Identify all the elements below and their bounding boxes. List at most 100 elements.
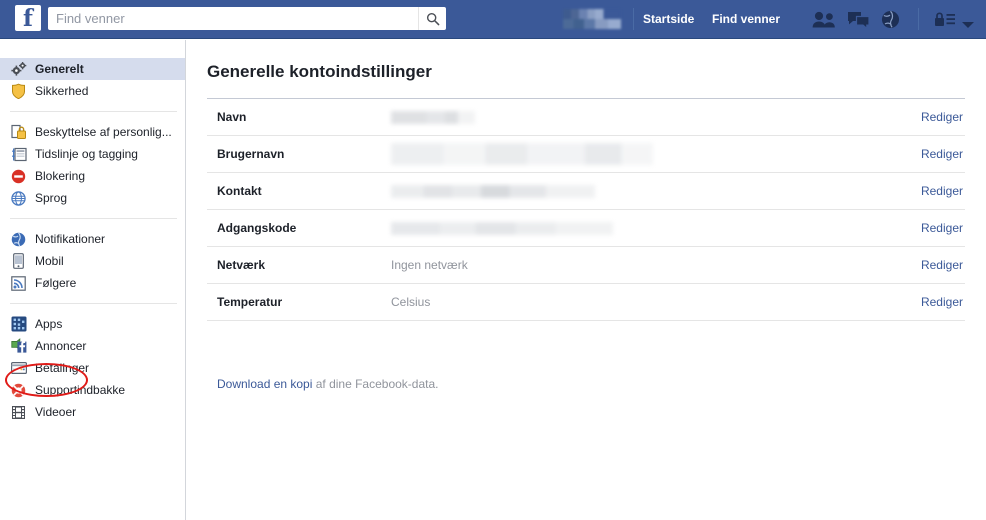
row-edit-cell: Rediger (853, 209, 965, 247)
table-row[interactable]: Adgangskode Rediger (207, 209, 965, 247)
sidebar-item-label: Sikkerhed (35, 84, 89, 98)
table-row[interactable]: Navn Rediger (207, 98, 965, 136)
timeline-icon (10, 146, 27, 163)
blurred-value (391, 184, 595, 198)
sidebar-item-label: Betalinger (35, 361, 90, 375)
sidebar-item-folgere[interactable]: Følgere (0, 272, 185, 294)
globe-icon (10, 190, 27, 207)
sidebar-item-annoncer[interactable]: Annoncer (0, 335, 185, 357)
mobile-phone-icon (10, 253, 27, 270)
row-label: Kontakt (207, 172, 391, 210)
sidebar-item-beskyttelse[interactable]: Beskyttelse af personlig... (0, 121, 185, 143)
sidebar-item-label: Annoncer (35, 339, 87, 353)
rss-feed-icon (10, 275, 27, 292)
sidebar-item-sprog[interactable]: Sprog (0, 187, 185, 209)
lifebuoy-icon (10, 382, 27, 399)
edit-link[interactable]: Rediger (921, 221, 963, 235)
block-icon (10, 168, 27, 185)
sidebar-item-label: Beskyttelse af personlig... (35, 125, 172, 139)
download-data-line: Download en kopi af dine Facebook-data. (217, 377, 439, 391)
page-title: Generelle kontoindstillinger (207, 62, 432, 81)
search-icon[interactable] (418, 7, 446, 30)
table-row[interactable]: Netværk Ingen netværk Rediger (207, 246, 965, 284)
account-settings-table: Navn Rediger Brugernavn Rediger Kontakt (207, 98, 965, 321)
edit-link[interactable]: Rediger (921, 295, 963, 309)
sidebar-item-label: Generelt (35, 62, 84, 76)
sidebar-item-blokering[interactable]: Blokering (0, 165, 185, 187)
notifications-globe-icon[interactable] (881, 9, 900, 30)
sidebar-item-label: Videoer (35, 405, 77, 419)
sidebar-item-notifikationer[interactable]: Notifikationer (0, 228, 185, 250)
search-input[interactable] (48, 7, 418, 30)
sidebar-item-label: Blokering (35, 169, 86, 183)
sidebar-item-supportindbakke[interactable]: Supportindbakke (0, 379, 185, 401)
download-rest-text: af dine Facebook-data. (312, 377, 439, 391)
shield-icon (10, 83, 27, 100)
table-row[interactable]: Kontakt Rediger (207, 172, 965, 210)
row-value (391, 135, 853, 173)
bar-divider (633, 8, 634, 30)
row-value (391, 98, 853, 136)
privacy-lock-icon[interactable] (934, 9, 956, 30)
row-value (391, 209, 853, 247)
padlock-icon (10, 124, 27, 141)
row-edit-cell: Rediger (853, 135, 965, 173)
notifications-globe-icon (10, 231, 27, 248)
friend-requests-icon[interactable] (812, 9, 837, 30)
find-friends-link[interactable]: Find venner (712, 0, 780, 39)
sidebar-item-generelt[interactable]: Generelt (0, 58, 185, 80)
sidebar-item-mobil[interactable]: Mobil (0, 250, 185, 272)
top-navigation-bar: f Startside Find venner (0, 0, 986, 39)
row-label: Navn (207, 98, 391, 136)
row-label: Temperatur (207, 283, 391, 321)
gears-icon (10, 61, 27, 78)
sidebar-item-label: Tidslinje og tagging (35, 147, 138, 161)
edit-link[interactable]: Rediger (921, 147, 963, 161)
row-value: Celsius (391, 283, 853, 321)
sidebar-item-videoer[interactable]: Videoer (0, 401, 185, 423)
sidebar-item-label: Sprog (35, 191, 68, 205)
blurred-value (391, 110, 475, 124)
table-row[interactable]: Brugernavn Rediger (207, 135, 965, 173)
apps-grid-icon (10, 316, 27, 333)
row-value: Ingen netværk (391, 246, 853, 284)
sidebar-item-betalinger[interactable]: Betalinger (0, 357, 185, 379)
download-copy-link[interactable]: Download en kopi (217, 377, 312, 391)
row-edit-cell: Rediger (853, 172, 965, 210)
sidebar-item-label: Mobil (35, 254, 64, 268)
facebook-logo-icon[interactable]: f (15, 5, 41, 32)
facebook-ads-icon (10, 338, 27, 355)
sidebar-item-sikkerhed[interactable]: Sikkerhed (0, 80, 185, 102)
credit-card-icon (10, 360, 27, 377)
settings-sidebar: Generelt Sikkerhed Beskyttelse af person… (0, 40, 186, 520)
bar-divider (918, 8, 919, 30)
row-label: Brugernavn (207, 135, 391, 173)
account-dropdown-caret-icon[interactable] (962, 14, 974, 35)
row-label: Adgangskode (207, 209, 391, 247)
search-bar[interactable] (48, 7, 446, 30)
sidebar-item-label: Apps (35, 317, 63, 331)
profile-name-blurred[interactable] (563, 9, 621, 29)
edit-link[interactable]: Rediger (921, 110, 963, 124)
messages-icon[interactable] (847, 9, 870, 30)
main-content: Generelle kontoindstillinger Navn Redige… (187, 40, 986, 520)
home-link[interactable]: Startside (643, 0, 694, 39)
sidebar-item-label: Følgere (35, 276, 77, 290)
row-edit-cell: Rediger (853, 246, 965, 284)
table-row[interactable]: Temperatur Celsius Rediger (207, 283, 965, 321)
row-value (391, 172, 853, 210)
sidebar-item-apps[interactable]: Apps (0, 313, 185, 335)
sidebar-item-tidslinje[interactable]: Tidslinje og tagging (0, 143, 185, 165)
edit-link[interactable]: Rediger (921, 184, 963, 198)
blurred-value (391, 221, 613, 235)
sidebar-item-label: Notifikationer (35, 232, 106, 246)
film-strip-icon (10, 404, 27, 421)
blurred-value (391, 143, 653, 165)
row-label: Netværk (207, 246, 391, 284)
sidebar-divider (10, 303, 177, 304)
sidebar-item-label: Supportindbakke (35, 383, 126, 397)
sidebar-divider (10, 111, 177, 112)
sidebar-divider (10, 218, 177, 219)
edit-link[interactable]: Rediger (921, 258, 963, 272)
row-edit-cell: Rediger (853, 98, 965, 136)
